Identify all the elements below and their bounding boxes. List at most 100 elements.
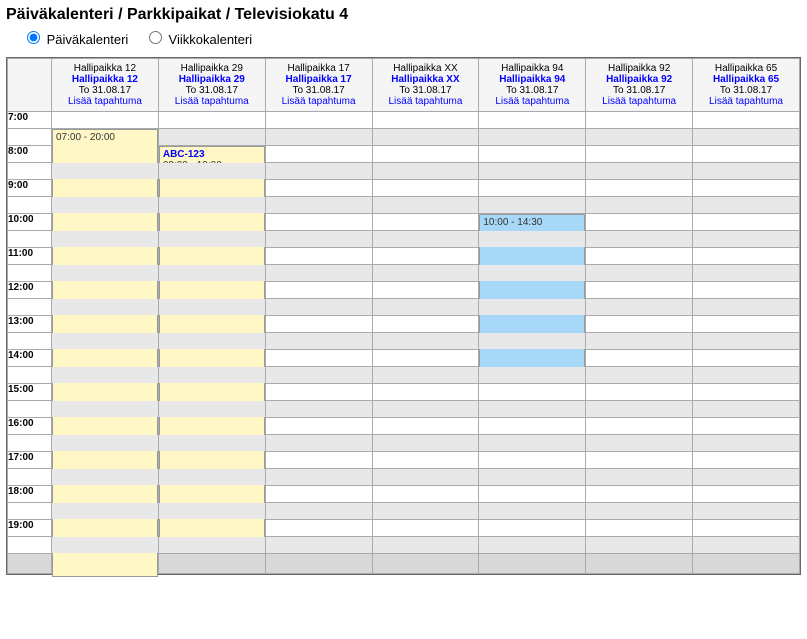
calendar-cell[interactable] (372, 248, 479, 265)
calendar-cell[interactable] (158, 486, 265, 503)
calendar-cell[interactable] (265, 350, 372, 367)
calendar-cell[interactable] (265, 265, 372, 282)
calendar-cell[interactable] (52, 299, 159, 316)
calendar-cell[interactable] (372, 486, 479, 503)
calendar-cell[interactable] (693, 248, 800, 265)
calendar-cell[interactable] (158, 350, 265, 367)
calendar-cell[interactable] (52, 469, 159, 486)
calendar-cell[interactable] (265, 384, 372, 401)
calendar-cell[interactable] (265, 537, 372, 554)
calendar-cell[interactable] (265, 112, 372, 129)
calendar-cell[interactable]: 07:00 - 20:00 (52, 129, 159, 146)
calendar-cell[interactable] (158, 384, 265, 401)
calendar-cell[interactable] (52, 265, 159, 282)
calendar-cell[interactable] (372, 384, 479, 401)
calendar-cell[interactable] (52, 248, 159, 265)
calendar-cell[interactable] (693, 282, 800, 299)
calendar-cell[interactable] (479, 112, 586, 129)
calendar-cell[interactable] (52, 486, 159, 503)
view-daily-option[interactable]: Päiväkalenteri (22, 32, 132, 47)
calendar-cell[interactable] (479, 248, 586, 265)
add-event-link[interactable]: Lisää tapahtuma (268, 96, 370, 107)
calendar-cell[interactable] (158, 503, 265, 520)
add-event-link[interactable]: Lisää tapahtuma (54, 96, 156, 107)
view-weekly-option[interactable]: Viikkokalenteri (144, 32, 252, 47)
calendar-cell[interactable] (158, 469, 265, 486)
calendar-cell[interactable] (479, 180, 586, 197)
calendar-cell[interactable] (158, 333, 265, 350)
calendar-cell[interactable] (372, 163, 479, 180)
calendar-cell[interactable] (158, 520, 265, 537)
calendar-cell[interactable] (693, 367, 800, 384)
calendar-cell[interactable] (372, 146, 479, 163)
calendar-cell[interactable] (586, 214, 693, 231)
calendar-cell[interactable] (372, 231, 479, 248)
calendar-cell[interactable] (158, 197, 265, 214)
calendar-cell[interactable] (372, 435, 479, 452)
calendar-cell[interactable] (265, 146, 372, 163)
calendar-cell[interactable] (372, 452, 479, 469)
calendar-cell[interactable] (372, 367, 479, 384)
calendar-cell[interactable] (265, 214, 372, 231)
add-event-link[interactable]: Lisää tapahtuma (161, 96, 263, 107)
calendar-cell[interactable] (586, 469, 693, 486)
calendar-cell[interactable] (693, 537, 800, 554)
calendar-cell[interactable] (693, 452, 800, 469)
column-link[interactable]: Hallipaikka 17 (268, 74, 370, 85)
calendar-cell[interactable] (586, 197, 693, 214)
calendar-cell[interactable] (586, 333, 693, 350)
calendar-cell[interactable] (372, 401, 479, 418)
calendar-cell[interactable] (586, 299, 693, 316)
calendar-cell[interactable] (158, 265, 265, 282)
column-link[interactable]: Hallipaikka 29 (161, 74, 263, 85)
calendar-cell[interactable] (265, 469, 372, 486)
column-link[interactable]: Hallipaikka 92 (588, 74, 690, 85)
calendar-cell[interactable] (693, 435, 800, 452)
calendar-cell[interactable] (693, 197, 800, 214)
calendar-cell[interactable] (265, 248, 372, 265)
calendar-cell[interactable] (372, 282, 479, 299)
calendar-cell[interactable] (586, 316, 693, 333)
calendar-cell[interactable] (693, 299, 800, 316)
calendar-cell[interactable] (158, 129, 265, 146)
calendar-cell[interactable] (52, 537, 159, 554)
calendar-cell[interactable] (479, 401, 586, 418)
calendar-cell[interactable] (479, 520, 586, 537)
calendar-cell[interactable] (586, 503, 693, 520)
calendar-cell[interactable] (693, 520, 800, 537)
calendar-cell[interactable] (479, 367, 586, 384)
calendar-cell[interactable] (586, 537, 693, 554)
calendar-cell[interactable] (479, 129, 586, 146)
calendar-cell[interactable] (372, 418, 479, 435)
calendar-cell[interactable] (479, 537, 586, 554)
calendar-cell[interactable] (586, 520, 693, 537)
calendar-cell[interactable] (372, 112, 479, 129)
calendar-cell[interactable] (479, 282, 586, 299)
calendar-cell[interactable] (265, 418, 372, 435)
calendar-cell[interactable] (265, 401, 372, 418)
calendar-cell[interactable]: ABC-12308:00 - 19:00 (158, 146, 265, 163)
calendar-cell[interactable] (479, 418, 586, 435)
calendar-cell[interactable] (586, 418, 693, 435)
calendar-cell[interactable] (52, 316, 159, 333)
calendar-cell[interactable] (265, 486, 372, 503)
column-link[interactable]: Hallipaikka 12 (54, 74, 156, 85)
calendar-cell[interactable] (372, 316, 479, 333)
add-event-link[interactable]: Lisää tapahtuma (695, 96, 797, 107)
add-event-link[interactable]: Lisää tapahtuma (481, 96, 583, 107)
calendar-cell[interactable] (479, 333, 586, 350)
add-event-link[interactable]: Lisää tapahtuma (375, 96, 477, 107)
calendar-cell[interactable] (52, 384, 159, 401)
calendar-cell[interactable] (586, 231, 693, 248)
calendar-cell[interactable] (693, 333, 800, 350)
calendar-cell[interactable] (265, 163, 372, 180)
calendar-cell[interactable] (372, 537, 479, 554)
calendar-cell[interactable] (372, 197, 479, 214)
calendar-cell[interactable] (693, 384, 800, 401)
calendar-cell[interactable] (372, 180, 479, 197)
calendar-cell[interactable] (586, 180, 693, 197)
column-link[interactable]: Hallipaikka 65 (695, 74, 797, 85)
calendar-cell[interactable] (586, 452, 693, 469)
calendar-cell[interactable] (158, 282, 265, 299)
calendar-cell[interactable] (158, 248, 265, 265)
